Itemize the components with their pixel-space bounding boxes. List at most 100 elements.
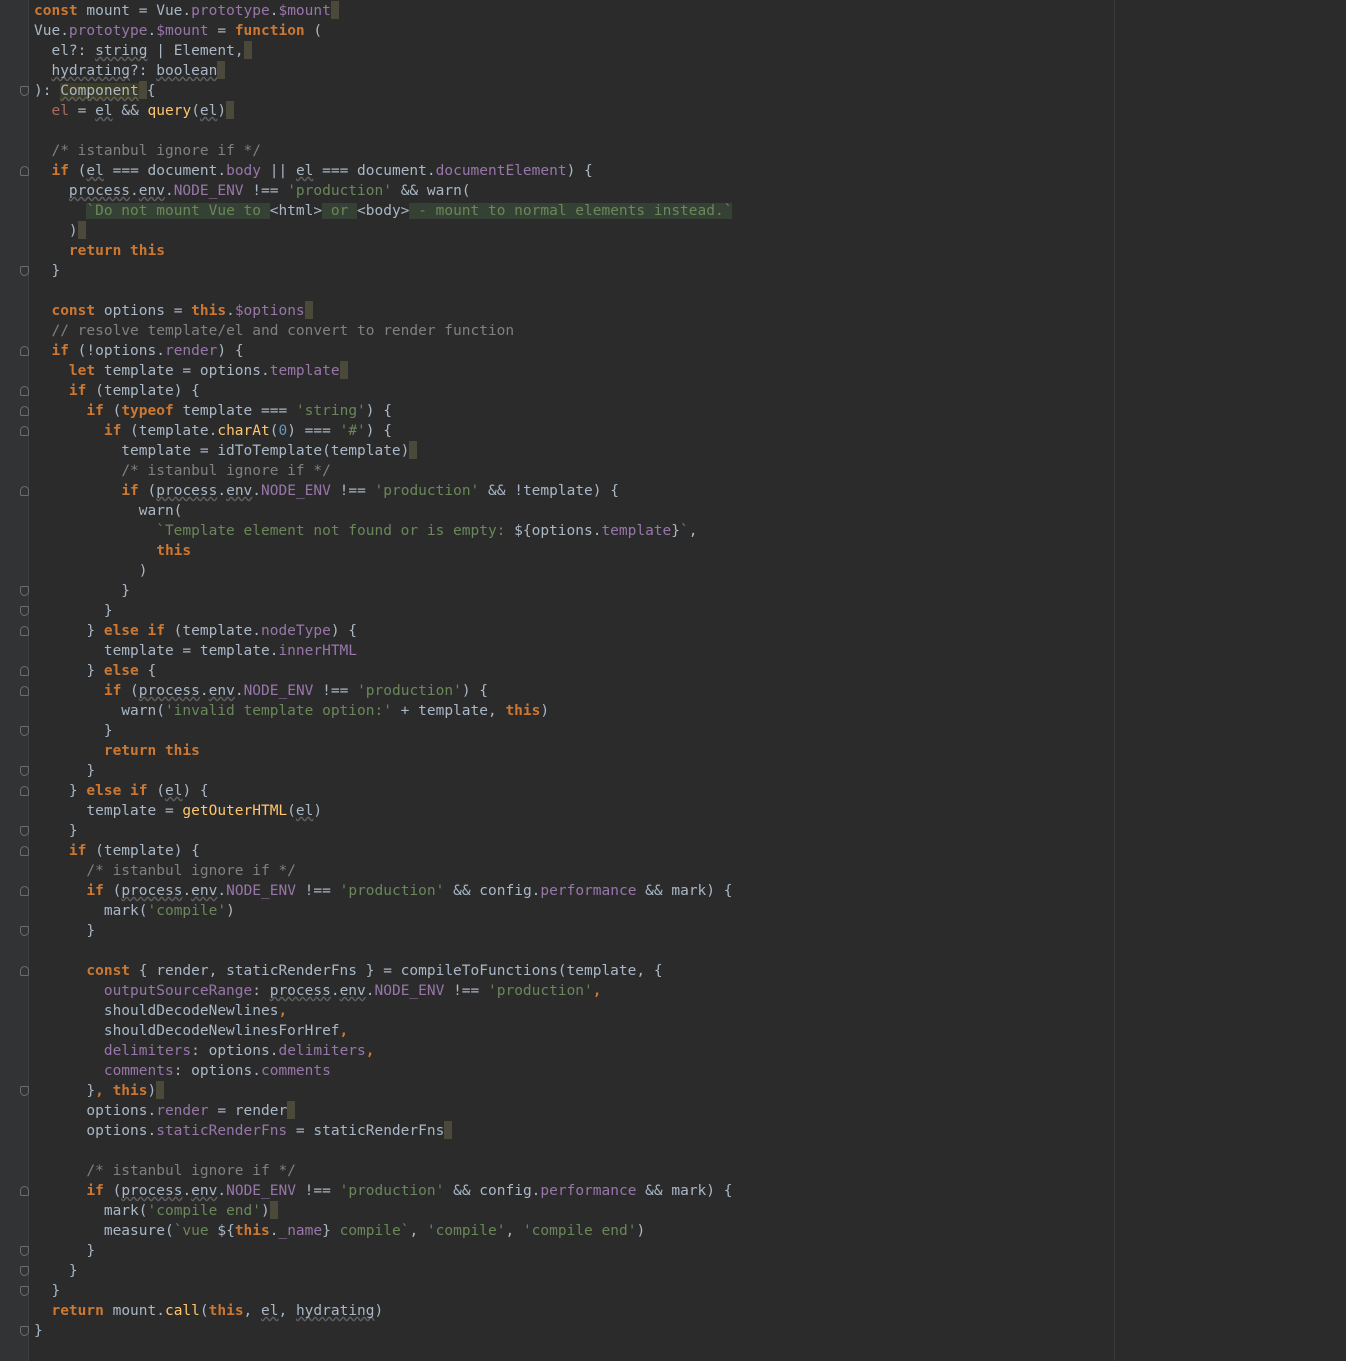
code-line[interactable]: comments: options.comments: [34, 1061, 1346, 1081]
code-line[interactable]: /* istanbul ignore if */: [34, 461, 1346, 481]
fold-close-icon[interactable]: [20, 926, 29, 936]
fold-open-icon[interactable]: [20, 786, 29, 796]
code-line[interactable]: ): [34, 221, 1346, 241]
fold-close-icon[interactable]: [20, 1326, 29, 1336]
code-line[interactable]: if (el === document.body || el === docum…: [20, 161, 1346, 181]
code-line[interactable]: if (process.env.NODE_ENV !== 'production…: [20, 881, 1346, 901]
code-line[interactable]: `Template element not found or is empty:…: [34, 521, 1346, 541]
fold-close-icon[interactable]: [20, 1266, 29, 1276]
code-line[interactable]: if (!options.render) {: [20, 341, 1346, 361]
fold-open-icon[interactable]: [20, 846, 29, 856]
code-line[interactable]: // resolve template/el and convert to re…: [34, 321, 1346, 341]
code-line[interactable]: const mount = Vue.prototype.$mount: [34, 1, 1346, 21]
code-token: ,: [365, 1043, 375, 1059]
code-line[interactable]: }: [20, 601, 1346, 621]
code-line[interactable]: const options = this.$options: [34, 301, 1346, 321]
fold-open-icon[interactable]: [20, 166, 29, 176]
code-line[interactable]: let template = options.template: [34, 361, 1346, 381]
code-line[interactable]: template = template.innerHTML: [34, 641, 1346, 661]
code-line[interactable]: }: [20, 1281, 1346, 1301]
code-line[interactable]: hydrating?: boolean: [34, 61, 1346, 81]
code-line[interactable]: delimiters: options.delimiters,: [34, 1041, 1346, 1061]
code-line[interactable]: [34, 941, 1346, 961]
code-line[interactable]: } else if (template.nodeType) {: [20, 621, 1346, 641]
fold-open-icon[interactable]: [20, 426, 29, 436]
code-line[interactable]: [34, 121, 1346, 141]
code-line[interactable]: ): Component {: [20, 81, 1346, 101]
code-line[interactable]: [34, 1141, 1346, 1161]
fold-open-icon[interactable]: [20, 1186, 29, 1196]
code-line[interactable]: options.staticRenderFns = staticRenderFn…: [34, 1121, 1346, 1141]
code-line[interactable]: return mount.call(this, el, hydrating): [34, 1301, 1346, 1321]
code-line[interactable]: shouldDecodeNewlines,: [34, 1001, 1346, 1021]
code-line[interactable]: } else if (el) {: [20, 781, 1346, 801]
fold-open-icon[interactable]: [20, 626, 29, 636]
code-line[interactable]: Vue.prototype.$mount = function (: [34, 21, 1346, 41]
code-line[interactable]: }: [20, 761, 1346, 781]
code-line[interactable]: const { render, staticRenderFns } = comp…: [20, 961, 1346, 981]
code-line[interactable]: return this: [34, 241, 1346, 261]
code-line[interactable]: mark('compile end'): [34, 1201, 1346, 1221]
code-line[interactable]: if (template.charAt(0) === '#') {: [20, 421, 1346, 441]
code-line[interactable]: mark('compile'): [34, 901, 1346, 921]
fold-close-icon[interactable]: [20, 606, 29, 616]
code-line[interactable]: /* istanbul ignore if */: [34, 1161, 1346, 1181]
fold-open-icon[interactable]: [20, 666, 29, 676]
code-token: process: [269, 983, 331, 999]
fold-open-icon[interactable]: [20, 886, 29, 896]
fold-open-icon[interactable]: [20, 346, 29, 356]
code-editor[interactable]: const mount = Vue.prototype.$mount Vue.pr…: [20, 1, 1346, 1341]
code-line[interactable]: }: [20, 1321, 1346, 1341]
fold-close-icon[interactable]: [20, 1246, 29, 1256]
code-line[interactable]: process.env.NODE_ENV !== 'production' &&…: [34, 181, 1346, 201]
code-line[interactable]: } else {: [20, 661, 1346, 681]
code-line[interactable]: shouldDecodeNewlinesForHref,: [34, 1021, 1346, 1041]
fold-close-icon[interactable]: [20, 826, 29, 836]
code-line[interactable]: }: [20, 821, 1346, 841]
fold-close-icon[interactable]: [20, 726, 29, 736]
fold-close-icon[interactable]: [20, 1086, 29, 1096]
code-line[interactable]: [34, 281, 1346, 301]
code-line[interactable]: if (process.env.NODE_ENV !== 'production…: [20, 1181, 1346, 1201]
code-line[interactable]: if (template) {: [20, 381, 1346, 401]
code-line[interactable]: if (process.env.NODE_ENV !== 'production…: [20, 481, 1346, 501]
code-line[interactable]: if (process.env.NODE_ENV !== 'production…: [20, 681, 1346, 701]
fold-close-icon[interactable]: [20, 586, 29, 596]
code-line[interactable]: }: [20, 921, 1346, 941]
code-line[interactable]: return this: [34, 741, 1346, 761]
code-line[interactable]: el?: string | Element,: [34, 41, 1346, 61]
code-line[interactable]: /* istanbul ignore if */: [34, 861, 1346, 881]
code-line[interactable]: this: [34, 541, 1346, 561]
code-line[interactable]: el = el && query(el): [34, 101, 1346, 121]
code-line[interactable]: }: [20, 721, 1346, 741]
code-token: ): [226, 903, 235, 919]
code-line[interactable]: }, this): [20, 1081, 1346, 1101]
code-line[interactable]: }: [20, 1261, 1346, 1281]
code-line[interactable]: /* istanbul ignore if */: [34, 141, 1346, 161]
code-line[interactable]: warn('invalid template option:' + templa…: [34, 701, 1346, 721]
code-line[interactable]: }: [20, 581, 1346, 601]
code-line[interactable]: outputSourceRange: process.env.NODE_ENV …: [34, 981, 1346, 1001]
code-line[interactable]: template = idToTemplate(template): [34, 441, 1346, 461]
code-token: ): [374, 1303, 384, 1319]
code-line[interactable]: options.render = render: [34, 1101, 1346, 1121]
fold-close-icon[interactable]: [20, 86, 29, 96]
fold-close-icon[interactable]: [20, 266, 29, 276]
code-line[interactable]: }: [20, 1241, 1346, 1261]
fold-open-icon[interactable]: [20, 686, 29, 696]
code-line[interactable]: warn(: [34, 501, 1346, 521]
code-line[interactable]: }: [20, 261, 1346, 281]
fold-open-icon[interactable]: [20, 966, 29, 976]
fold-close-icon[interactable]: [20, 766, 29, 776]
code-line[interactable]: if (typeof template === 'string') {: [20, 401, 1346, 421]
code-line[interactable]: ): [34, 561, 1346, 581]
fold-open-icon[interactable]: [20, 406, 29, 416]
code-line[interactable]: measure(`vue ${this._name} compile`, 'co…: [34, 1221, 1346, 1241]
code-line[interactable]: template = getOuterHTML(el): [34, 801, 1346, 821]
code-line[interactable]: if (template) {: [20, 841, 1346, 861]
fold-open-icon[interactable]: [20, 386, 29, 396]
fold-open-icon[interactable]: [20, 486, 29, 496]
code-line[interactable]: `Do not mount Vue to <html> or <body> - …: [34, 201, 1346, 221]
fold-close-icon[interactable]: [20, 1286, 29, 1296]
